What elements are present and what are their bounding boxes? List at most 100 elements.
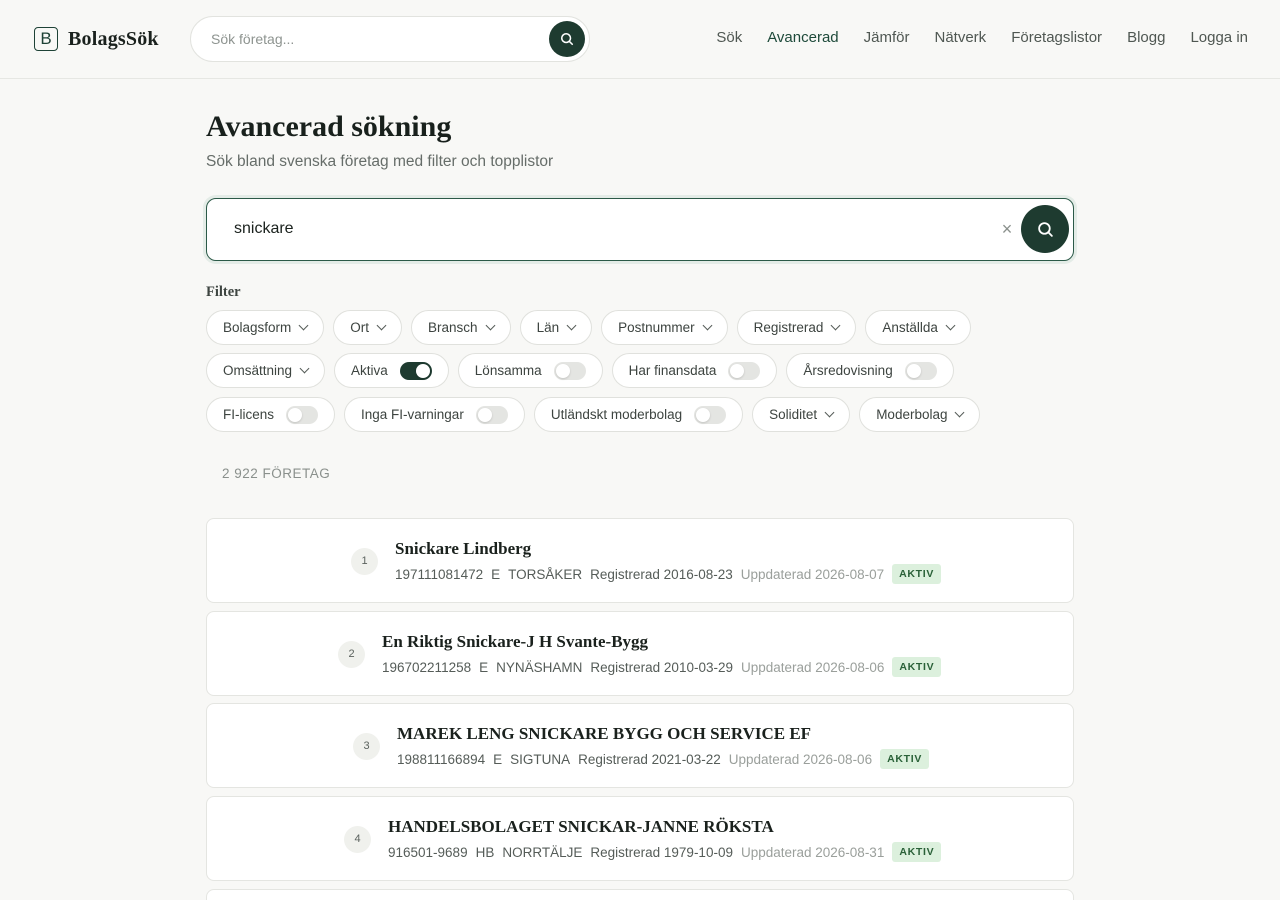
toggle-switch[interactable]: [904, 361, 937, 380]
company-form: HB: [475, 844, 495, 860]
updated-date: Uppdaterad 2026-08-31: [740, 844, 885, 860]
chevron-down-icon: [299, 363, 310, 374]
status-badge: AKTIV: [892, 657, 942, 677]
company-city: SIGTUNA: [510, 751, 571, 767]
chevron-down-icon: [702, 320, 713, 331]
filter-soliditet[interactable]: Soliditet: [752, 397, 851, 432]
company-meta: 197111081472 E TORSÅKER Registrerad 2016…: [395, 564, 942, 584]
top-navigation-bar: B BolagsSök Sök Avancerad Jämför Nätverk…: [0, 0, 1280, 79]
chip-label: Moderbolag: [876, 407, 948, 422]
chip-label: Registrerad: [753, 320, 824, 335]
filter-row: Omsättning Aktiva Lönsamma Har finansdat…: [206, 353, 954, 388]
registered-date: Registrerad 2021-03-22: [578, 751, 721, 767]
company-form: E: [479, 659, 489, 675]
filter-registrerad[interactable]: Registrerad: [736, 310, 857, 345]
chip-label: Bolagsform: [223, 320, 292, 335]
filter-har-finansdata[interactable]: Har finansdata: [611, 353, 778, 388]
nav-logga-in[interactable]: Logga in: [1190, 29, 1248, 46]
page-subtitle: Sök bland svenska företag med filter och…: [206, 153, 554, 170]
filter-moderbolag[interactable]: Moderbolag: [859, 397, 981, 432]
toggle-switch[interactable]: [286, 405, 319, 424]
advanced-search-button[interactable]: [1021, 205, 1069, 253]
toggle-switch[interactable]: [728, 361, 761, 380]
nav-jamfor[interactable]: Jämför: [864, 29, 910, 46]
chevron-down-icon: [955, 407, 965, 418]
filter-bransch[interactable]: Bransch: [411, 310, 511, 345]
rank-badge: 4: [344, 826, 371, 853]
company-name[interactable]: Snickare Lindberg: [395, 539, 941, 559]
filter-heading: Filter: [206, 284, 241, 300]
chip-label: Ort: [350, 320, 370, 335]
toggle-switch[interactable]: [475, 405, 508, 424]
filter-row: Bolagsform Ort Bransch Län Postnummer Re…: [206, 310, 971, 345]
filter-omsattning[interactable]: Omsättning: [206, 353, 326, 388]
result-card[interactable]: 1 Snickare Lindberg 197111081472 E TORSÅ…: [206, 518, 1074, 603]
status-badge: AKTIV: [880, 749, 930, 769]
result-card[interactable]: [206, 889, 1074, 900]
filter-lonsamma[interactable]: Lönsamma: [457, 353, 603, 388]
rank-badge: 3: [353, 733, 380, 760]
chip-label: Inga FI-varningar: [361, 407, 464, 422]
rank-badge: 2: [338, 641, 365, 668]
toggle-switch[interactable]: [694, 405, 727, 424]
nav-sok[interactable]: Sök: [716, 29, 742, 46]
advanced-search-input[interactable]: [234, 199, 974, 259]
filter-lan[interactable]: Län: [519, 310, 593, 345]
filter-postnummer[interactable]: Postnummer: [601, 310, 728, 345]
filter-arsredovisning[interactable]: Årsredovisning: [786, 353, 954, 388]
filter-anstallda[interactable]: Anställda: [865, 310, 971, 345]
chip-label: Län: [536, 320, 560, 335]
result-card[interactable]: 4 HANDELSBOLAGET SNICKAR-JANNE RÖKSTA 91…: [206, 796, 1074, 881]
main-nav: Sök Avancerad Jämför Nätverk Företagslis…: [716, 29, 1248, 46]
nav-natverk[interactable]: Nätverk: [935, 29, 987, 46]
header-search-input[interactable]: [211, 17, 531, 61]
org-number: 916501-9689: [388, 844, 468, 860]
org-number: 196702211258: [382, 659, 472, 675]
advanced-search-box: ×: [206, 198, 1074, 261]
company-form: E: [493, 751, 503, 767]
company-meta: 196702211258 E NYNÄSHAMN Registrerad 201…: [382, 657, 942, 677]
chip-label: Har finansdata: [628, 363, 717, 378]
chip-label: Utländskt moderbolag: [550, 407, 683, 422]
updated-date: Uppdaterad 2026-08-06: [740, 659, 885, 675]
filter-ort[interactable]: Ort: [333, 310, 403, 345]
chevron-down-icon: [376, 320, 387, 331]
chip-label: Postnummer: [618, 320, 695, 335]
header-search: [190, 16, 590, 62]
result-card[interactable]: 3 MAREK LENG SNICKARE BYGG OCH SERVICE E…: [206, 703, 1074, 788]
chip-label: Soliditet: [769, 407, 818, 422]
search-icon: [1037, 221, 1053, 237]
company-meta: 198811166894 E SIGTUNA Registrerad 2021-…: [397, 749, 930, 769]
company-name[interactable]: MAREK LENG SNICKARE BYGG OCH SERVICE EF: [397, 724, 929, 744]
chip-label: Bransch: [428, 320, 478, 335]
company-meta: 916501-9689 HB NORRTÄLJE Registrerad 197…: [388, 842, 942, 862]
updated-date: Uppdaterad 2026-08-07: [740, 566, 885, 582]
chip-label: FI-licens: [223, 407, 275, 422]
filter-fi-licens[interactable]: FI-licens: [206, 397, 336, 432]
chip-label: Anställda: [882, 320, 938, 335]
toggle-switch[interactable]: [399, 361, 432, 380]
company-name[interactable]: En Riktig Snickare-J H Svante-Bygg: [382, 632, 941, 652]
clear-search-button[interactable]: ×: [996, 217, 1018, 241]
chip-label: Aktiva: [351, 363, 388, 378]
chevron-down-icon: [566, 320, 577, 331]
filter-utlandskt-moderbolag[interactable]: Utländskt moderbolag: [533, 397, 744, 432]
header-search-button[interactable]: [549, 21, 585, 57]
org-number: 198811166894: [397, 751, 486, 767]
company-city: TORSÅKER: [508, 566, 583, 582]
status-badge: AKTIV: [892, 564, 942, 584]
logo[interactable]: B BolagsSök: [34, 27, 159, 51]
toggle-switch[interactable]: [553, 361, 586, 380]
company-city: NYNÄSHAMN: [496, 659, 583, 675]
nav-avancerad[interactable]: Avancerad: [767, 29, 838, 46]
nav-blogg[interactable]: Blogg: [1127, 29, 1165, 46]
logo-mark: B: [34, 27, 58, 51]
company-name[interactable]: HANDELSBOLAGET SNICKAR-JANNE RÖKSTA: [388, 817, 941, 837]
filter-bolagsform[interactable]: Bolagsform: [206, 310, 325, 345]
filter-aktiva[interactable]: Aktiva: [334, 353, 449, 388]
updated-date: Uppdaterad 2026-08-06: [728, 751, 873, 767]
company-form: E: [491, 566, 501, 582]
nav-foretagslistor[interactable]: Företagslistor: [1011, 29, 1102, 46]
filter-inga-fi-varningar[interactable]: Inga FI-varningar: [344, 397, 525, 432]
result-card[interactable]: 2 En Riktig Snickare-J H Svante-Bygg 196…: [206, 611, 1074, 696]
